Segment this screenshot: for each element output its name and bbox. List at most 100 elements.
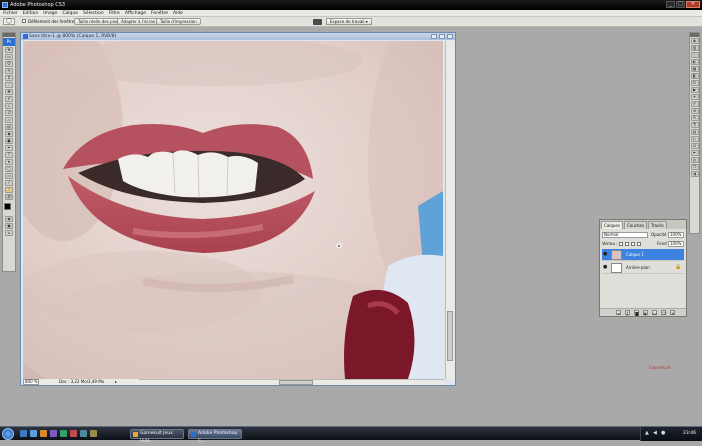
type-tool-icon[interactable]: T bbox=[5, 152, 13, 158]
eyedropper-tool-icon[interactable]: ⁄ bbox=[5, 180, 13, 186]
menu-selection[interactable]: Sélection bbox=[83, 10, 104, 17]
adjustments-panel-icon[interactable]: ◑ bbox=[690, 171, 699, 177]
scroll-all-windows-checkbox[interactable] bbox=[22, 19, 26, 23]
menu-fenetre[interactable]: Fenêtre bbox=[151, 10, 168, 17]
fit-screen-button[interactable]: Adapter à l'écran bbox=[117, 18, 160, 25]
styles-panel-icon[interactable]: ◧ bbox=[690, 73, 699, 79]
new-layer-icon[interactable]: ❐ bbox=[661, 310, 666, 316]
quick-mask-icon[interactable]: ◉ bbox=[5, 216, 13, 222]
quicklaunch-media-icon[interactable] bbox=[50, 430, 57, 437]
slice-tool-icon[interactable]: ⟋ bbox=[5, 82, 13, 88]
layer-mask-icon[interactable]: ◙ bbox=[634, 310, 639, 316]
horizontal-scrollbar[interactable] bbox=[139, 379, 444, 385]
horizontal-scroll-thumb[interactable] bbox=[279, 380, 313, 385]
tab-traces[interactable]: Tracés bbox=[648, 221, 667, 229]
quicklaunch-firefox-icon[interactable] bbox=[40, 430, 47, 437]
quicklaunch-ie-icon[interactable] bbox=[30, 430, 37, 437]
marquee-tool-icon[interactable]: ▭ bbox=[5, 54, 13, 60]
document-title-bar[interactable]: Sans titre-1 @ 800% (Calque 1, RVB/8) bbox=[21, 33, 455, 40]
menu-fichier[interactable]: Fichier bbox=[3, 10, 18, 17]
layers-panel-icon[interactable]: ❐ bbox=[690, 164, 699, 170]
tool-preset-picker[interactable]: ◯ bbox=[3, 18, 15, 25]
visibility-eye-icon[interactable]: ● bbox=[603, 252, 608, 257]
layer-row-arriere-plan[interactable]: ● Arrière-plan 🔒 bbox=[602, 262, 684, 274]
tool-presets-icon[interactable]: ✦ bbox=[690, 94, 699, 100]
image-canvas[interactable] bbox=[23, 41, 443, 379]
maximize-button[interactable]: □ bbox=[676, 1, 685, 8]
tools-panel-header[interactable] bbox=[3, 33, 15, 37]
status-menu-arrow-icon[interactable]: ▸ bbox=[115, 379, 117, 385]
language-icon[interactable]: ● bbox=[661, 431, 666, 436]
quicklaunch-desktop-icon[interactable] bbox=[20, 430, 27, 437]
lasso-tool-icon[interactable]: ʘ bbox=[5, 61, 13, 67]
healing-brush-icon[interactable]: ✚ bbox=[5, 89, 13, 95]
lock-pixels-icon[interactable] bbox=[625, 242, 629, 246]
paths-panel-icon[interactable]: ✒ bbox=[690, 150, 699, 156]
menu-edition[interactable]: Edition bbox=[23, 10, 39, 17]
vertical-scroll-thumb[interactable] bbox=[447, 311, 453, 361]
channels-panel-icon[interactable]: ◎ bbox=[690, 157, 699, 163]
imageready-icon[interactable]: ⌂ bbox=[5, 230, 13, 236]
animation-panel-icon[interactable]: ▷ bbox=[690, 136, 699, 142]
start-button-icon[interactable] bbox=[2, 428, 14, 440]
character-panel-icon[interactable]: A bbox=[690, 115, 699, 121]
history-brush-icon[interactable]: ↺ bbox=[5, 110, 13, 116]
blur-tool-icon[interactable]: ◆ bbox=[5, 131, 13, 137]
dock-header[interactable] bbox=[690, 33, 699, 37]
eraser-tool-icon[interactable]: ▱ bbox=[5, 117, 13, 123]
path-select-icon[interactable]: ➤ bbox=[5, 159, 13, 165]
print-size-button[interactable]: Taille d'impression bbox=[156, 18, 201, 25]
visibility-eye-icon[interactable]: ● bbox=[603, 265, 608, 270]
zoom-level-field[interactable]: 800 % bbox=[23, 379, 39, 385]
delete-layer-icon[interactable]: ✕ bbox=[670, 310, 675, 316]
dodge-tool-icon[interactable]: ● bbox=[5, 138, 13, 144]
doc-close-button[interactable] bbox=[447, 34, 453, 39]
taskbar-item-photoshop[interactable]: Adobe Photoshop C... bbox=[188, 429, 242, 444]
layer-comps-icon[interactable]: ▤ bbox=[690, 129, 699, 135]
taskbar-item-browser[interactable]: Gamekult Jeux Vidé... bbox=[130, 429, 184, 444]
pen-tool-icon[interactable]: ✒ bbox=[5, 145, 13, 151]
paragraph-panel-icon[interactable]: ¶ bbox=[690, 122, 699, 128]
bridge-icon[interactable] bbox=[313, 19, 322, 25]
info-panel-icon[interactable]: ⓘ bbox=[690, 52, 699, 58]
menu-aide[interactable]: Aide bbox=[173, 10, 183, 17]
color-swatches[interactable] bbox=[3, 202, 15, 214]
menu-calque[interactable]: Calque bbox=[62, 10, 78, 17]
gradient-tool-icon[interactable]: ▤ bbox=[5, 124, 13, 130]
minimize-button[interactable]: _ bbox=[666, 1, 675, 8]
lock-all-icon[interactable] bbox=[637, 242, 641, 246]
lock-position-icon[interactable] bbox=[631, 242, 635, 246]
hand-tool-icon[interactable]: ✋ bbox=[5, 187, 13, 193]
blend-mode-select[interactable]: Normal bbox=[602, 232, 648, 238]
network-icon[interactable]: ▲ bbox=[645, 431, 650, 436]
navigator-panel-icon[interactable]: ◈ bbox=[690, 38, 699, 44]
swatches-panel-icon[interactable]: ▦ bbox=[690, 66, 699, 72]
notes-tool-icon[interactable]: ▭ bbox=[5, 173, 13, 179]
actions-panel-icon[interactable]: ▶ bbox=[690, 87, 699, 93]
screen-mode-icon[interactable]: ▣ bbox=[5, 223, 13, 229]
adjustment-layer-icon[interactable]: ◐ bbox=[643, 310, 648, 316]
tab-couches[interactable]: Couches bbox=[623, 221, 648, 229]
workspace-button[interactable]: Espace de travail ▾ bbox=[326, 18, 372, 25]
volume-icon[interactable]: ◀ bbox=[653, 431, 658, 436]
quicklaunch-app-icon[interactable] bbox=[60, 430, 67, 437]
history-panel-icon[interactable]: ↻ bbox=[690, 80, 699, 86]
histogram-panel-icon[interactable]: ▥ bbox=[690, 45, 699, 51]
crop-tool-icon[interactable]: ⌗ bbox=[5, 75, 13, 81]
tab-calques[interactable]: Calques bbox=[601, 221, 623, 229]
measurement-panel-icon[interactable]: ⚖ bbox=[690, 143, 699, 149]
layer-row-calque-1[interactable]: ● Calque 1 bbox=[602, 249, 684, 261]
close-button[interactable]: ✕ bbox=[686, 1, 700, 8]
clone-stamp-icon[interactable]: ⊥ bbox=[5, 103, 13, 109]
new-group-icon[interactable]: ▭ bbox=[652, 310, 657, 316]
menu-affichage[interactable]: Affichage bbox=[125, 10, 146, 17]
menu-filtre[interactable]: Filtre bbox=[109, 10, 120, 17]
quick-select-tool-icon[interactable]: ✎ bbox=[5, 68, 13, 74]
lock-transparency-icon[interactable] bbox=[619, 242, 623, 246]
clone-source-icon[interactable]: ⊕ bbox=[690, 108, 699, 114]
link-layers-icon[interactable]: ∞ bbox=[616, 310, 621, 316]
doc-minimize-button[interactable] bbox=[431, 34, 437, 39]
color-panel-icon[interactable]: ◐ bbox=[690, 59, 699, 65]
layer-style-icon[interactable]: ƒ bbox=[625, 310, 630, 316]
zoom-tool-icon[interactable]: ⚲ bbox=[5, 194, 13, 200]
